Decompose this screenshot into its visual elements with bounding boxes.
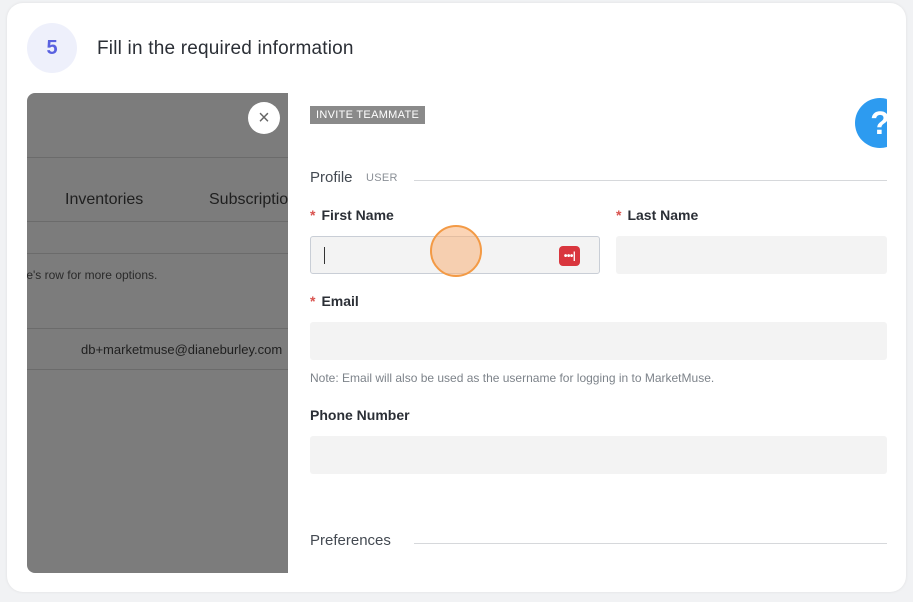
required-asterisk: *: [616, 207, 622, 223]
last-name-label-text: Last Name: [627, 207, 699, 223]
step-number-badge: 5: [27, 23, 77, 73]
first-name-label: * First Name: [310, 207, 394, 223]
divider: [27, 369, 288, 370]
section-divider: [414, 180, 887, 181]
required-asterisk: *: [310, 207, 316, 223]
help-icon[interactable]: ?: [855, 98, 887, 148]
password-manager-icon[interactable]: •••|: [559, 246, 580, 266]
question-mark-glyph: ?: [870, 105, 887, 142]
phone-number-label: Phone Number: [310, 407, 410, 423]
preferences-section-label: Preferences: [310, 532, 391, 549]
step-title: Fill in the required information: [97, 38, 354, 59]
email-label-text: Email: [321, 293, 359, 309]
background-overlay: Inventories Subscriptio te's row for mor…: [27, 93, 288, 573]
phone-number-label-text: Phone Number: [310, 407, 410, 423]
click-indicator: [430, 225, 482, 277]
profile-section-sub: USER: [366, 172, 398, 184]
step-card: 5 Fill in the required information Inven…: [7, 3, 906, 592]
table-hint-text: te's row for more options.: [27, 268, 158, 282]
divider: [27, 221, 288, 222]
table-cell-email: db+marketmuse@dianeburley.com: [81, 342, 283, 357]
close-button[interactable]: ×: [248, 102, 280, 134]
required-asterisk: *: [310, 293, 316, 309]
text-caret: [324, 247, 325, 264]
last-name-label: * Last Name: [616, 207, 698, 223]
close-icon: ×: [258, 107, 270, 129]
invite-teammate-drawer: INVITE TEAMMATE ? Profile USER * First Na…: [288, 93, 887, 573]
drawer-tag: INVITE TEAMMATE: [310, 106, 426, 124]
first-name-label-text: First Name: [321, 207, 394, 223]
email-label: * Email: [310, 293, 359, 309]
nav-tab-inventories[interactable]: Inventories: [65, 191, 143, 209]
profile-section-label: Profile: [310, 169, 353, 186]
section-divider: [414, 543, 887, 544]
divider: [27, 157, 288, 158]
nav-tab-subscriptions[interactable]: Subscriptio: [209, 191, 288, 209]
divider: [27, 328, 288, 329]
email-input[interactable]: [310, 322, 887, 360]
last-name-input[interactable]: [616, 236, 887, 274]
app-screenshot: Inventories Subscriptio te's row for mor…: [27, 93, 887, 573]
divider: [27, 253, 288, 254]
email-note: Note: Email will also be used as the use…: [310, 371, 715, 385]
phone-number-input[interactable]: [310, 436, 887, 474]
